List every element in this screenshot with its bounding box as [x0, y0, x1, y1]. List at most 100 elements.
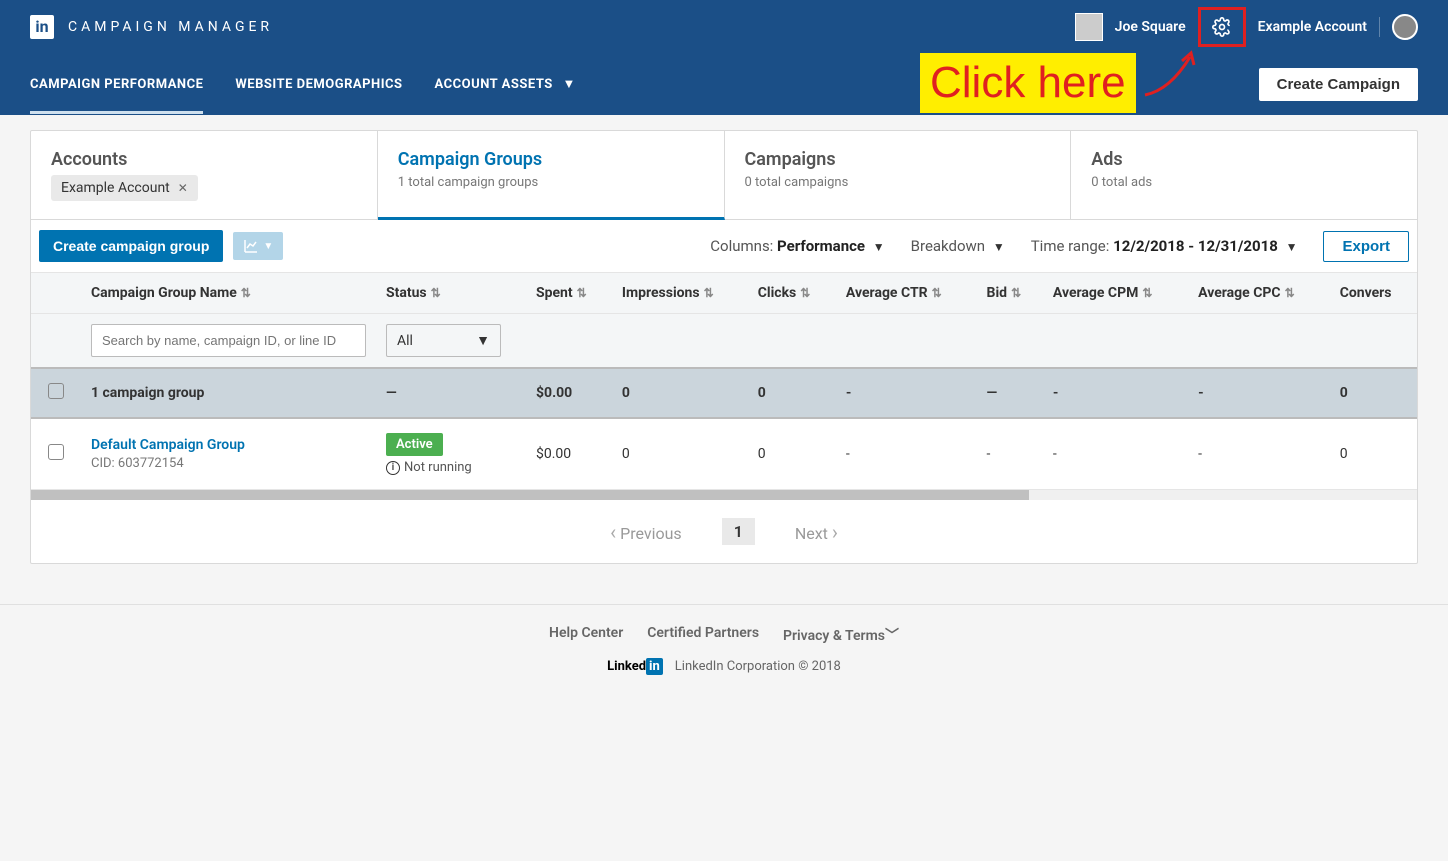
- cell-conv: 0: [1330, 418, 1417, 490]
- cell-ctr: -: [836, 418, 977, 490]
- cell-cpm: -: [1043, 418, 1188, 490]
- cell-impressions: 0: [612, 418, 748, 490]
- chart-toggle-button[interactable]: ▼: [233, 232, 283, 260]
- time-range-selector[interactable]: Time range: 12/2/2018 - 12/31/2018 ▼: [1031, 237, 1298, 255]
- col-spent[interactable]: Spent⇅: [526, 273, 612, 314]
- summary-conv: 0: [1330, 368, 1417, 418]
- tab-account-assets-label: ACCOUNT ASSETS: [435, 77, 553, 92]
- next-page[interactable]: Next ›: [795, 520, 838, 544]
- col-ctr[interactable]: Average CTR⇅: [836, 273, 977, 314]
- columns-label: Columns:: [710, 237, 773, 255]
- tab-campaign-performance[interactable]: CAMPAIGN PERFORMANCE: [30, 55, 203, 114]
- caret-down-icon: ▼: [993, 240, 1005, 254]
- sort-icon: ⇅: [241, 286, 251, 300]
- caret-down-icon: ▼: [873, 240, 885, 254]
- status-badge: Active: [386, 433, 443, 456]
- col-clicks[interactable]: Clicks⇅: [748, 273, 836, 314]
- sort-icon: ⇅: [800, 286, 810, 300]
- col-cpm[interactable]: Average CPM⇅: [1043, 273, 1188, 314]
- annotation-click-here: Click here: [920, 53, 1136, 113]
- linkedin-wordmark: Linkedin: [607, 659, 663, 674]
- col-status[interactable]: Status⇅: [376, 273, 526, 314]
- caret-down-icon: ▼: [476, 332, 490, 349]
- page-number[interactable]: 1: [722, 518, 755, 545]
- export-button[interactable]: Export: [1323, 231, 1409, 262]
- col-checkbox: [31, 273, 81, 314]
- checkbox[interactable]: [48, 383, 64, 399]
- prev-page[interactable]: ‹ Previous: [610, 520, 682, 544]
- col-name[interactable]: Campaign Group Name⇅: [81, 273, 376, 314]
- col-cpc[interactable]: Average CPC⇅: [1188, 273, 1330, 314]
- col-impressions[interactable]: Impressions⇅: [612, 273, 748, 314]
- chip-label: Example Account: [61, 180, 170, 196]
- close-icon[interactable]: ✕: [178, 181, 188, 195]
- summary-ctr: -: [836, 368, 977, 418]
- tab-campaigns-title: Campaigns: [745, 149, 1051, 170]
- summary-clicks: 0: [748, 368, 836, 418]
- linkedin-logo[interactable]: in: [30, 15, 54, 39]
- summary-label: 1 campaign group: [81, 368, 376, 418]
- caret-down-icon: ▼: [563, 76, 576, 92]
- tab-ads-sub: 0 total ads: [1091, 175, 1397, 190]
- col-bid[interactable]: Bid⇅: [977, 273, 1043, 314]
- tab-account-assets[interactable]: ACCOUNT ASSETS ▼: [435, 54, 576, 114]
- col-conversions[interactable]: Convers: [1330, 273, 1417, 314]
- chevron-down-icon: ﹀: [885, 628, 899, 644]
- campaign-groups-table: Campaign Group Name⇅ Status⇅ Spent⇅ Impr…: [31, 272, 1417, 490]
- status-dash: —: [386, 385, 397, 401]
- cell-status: Active i Not running: [376, 418, 526, 490]
- tab-ads[interactable]: Ads 0 total ads: [1071, 131, 1417, 219]
- create-campaign-button[interactable]: Create Campaign: [1259, 68, 1418, 101]
- profile-avatar[interactable]: [1392, 14, 1418, 40]
- table-wrap: Campaign Group Name⇅ Status⇅ Spent⇅ Impr…: [31, 272, 1417, 500]
- time-value: 12/2/2018 - 12/31/2018: [1113, 237, 1278, 255]
- tab-campaign-groups[interactable]: Campaign Groups 1 total campaign groups: [378, 131, 725, 220]
- breakdown-selector[interactable]: Breakdown ▼: [911, 237, 1005, 255]
- sort-icon: ⇅: [431, 286, 441, 300]
- account-name[interactable]: Example Account: [1258, 19, 1367, 35]
- footer-links: Help Center Certified Partners Privacy &…: [0, 625, 1448, 645]
- user-avatar[interactable]: [1075, 13, 1103, 41]
- filter-row: All▼: [31, 314, 1417, 369]
- columns-value: Performance: [777, 237, 865, 255]
- status-filter[interactable]: All▼: [386, 324, 501, 357]
- footer-copyright: LinkedIn Corporation © 2018: [675, 659, 841, 674]
- status-note-text: Not running: [404, 460, 472, 475]
- gear-icon: [1212, 17, 1232, 37]
- user-name[interactable]: Joe Square: [1115, 19, 1186, 35]
- footer-privacy[interactable]: Privacy & Terms﹀: [783, 625, 899, 645]
- horizontal-scrollbar[interactable]: [31, 490, 1417, 500]
- chevron-left-icon: ‹: [610, 520, 616, 544]
- columns-selector[interactable]: Columns: Performance ▼: [710, 237, 884, 255]
- sort-icon: ⇅: [1285, 286, 1295, 300]
- tab-accounts[interactable]: Accounts Example Account ✕: [31, 131, 378, 219]
- tab-campaigns-sub: 0 total campaigns: [745, 175, 1051, 190]
- sort-icon: ⇅: [1142, 286, 1152, 300]
- info-icon: i: [386, 461, 400, 475]
- footer-help[interactable]: Help Center: [549, 625, 623, 645]
- status-note: i Not running: [386, 460, 516, 475]
- sub-navigation: CAMPAIGN PERFORMANCE WEBSITE DEMOGRAPHIC…: [0, 53, 1448, 115]
- tab-campaigns[interactable]: Campaigns 0 total campaigns: [725, 131, 1072, 219]
- create-campaign-group-button[interactable]: Create campaign group: [39, 230, 223, 262]
- footer-partners[interactable]: Certified Partners: [647, 625, 759, 645]
- settings-gear-highlighted[interactable]: [1198, 7, 1246, 47]
- table-row: Default Campaign Group CID: 603772154 Ac…: [31, 418, 1417, 490]
- tab-ads-title: Ads: [1091, 149, 1397, 170]
- search-input[interactable]: [91, 324, 366, 357]
- cell-clicks: 0: [748, 418, 836, 490]
- app-title: CAMPAIGN MANAGER: [68, 19, 273, 35]
- header-right: Joe Square Example Account: [1075, 7, 1418, 47]
- time-label: Time range:: [1031, 237, 1110, 255]
- breadcrumb-tabs: Accounts Example Account ✕ Campaign Grou…: [31, 131, 1417, 220]
- chart-icon: [243, 238, 259, 254]
- sort-icon: ⇅: [1011, 286, 1021, 300]
- cell-bid: -: [977, 418, 1043, 490]
- footer: Help Center Certified Partners Privacy &…: [0, 604, 1448, 694]
- account-chip[interactable]: Example Account ✕: [51, 175, 198, 201]
- cell-name: Default Campaign Group CID: 603772154: [81, 418, 376, 490]
- campaign-group-link[interactable]: Default Campaign Group: [91, 437, 366, 453]
- summary-impressions: 0: [612, 368, 748, 418]
- checkbox[interactable]: [48, 444, 64, 460]
- tab-website-demographics[interactable]: WEBSITE DEMOGRAPHICS: [235, 55, 402, 114]
